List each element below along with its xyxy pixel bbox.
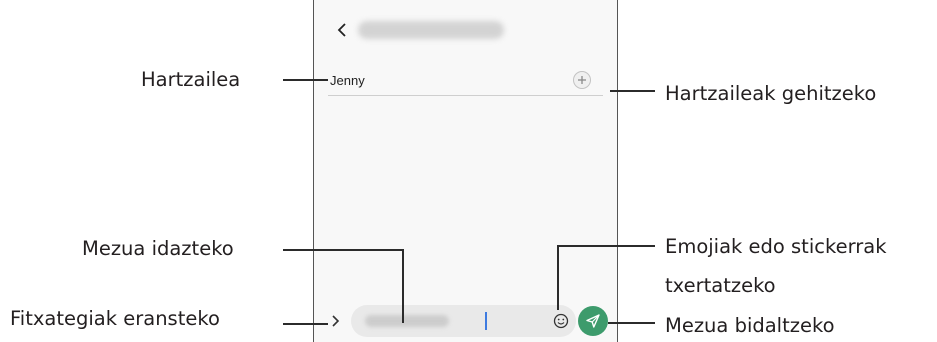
leader-send-message bbox=[608, 322, 655, 324]
leader-emoji-h bbox=[557, 245, 655, 247]
message-placeholder-blurred bbox=[365, 315, 449, 327]
callout-emoji-line1: Emojiak edo stickerrak bbox=[665, 235, 887, 258]
emoji-sticker-button[interactable] bbox=[552, 312, 570, 330]
text-cursor bbox=[485, 312, 487, 330]
phone-screen: Jenny bbox=[313, 0, 618, 342]
message-input[interactable] bbox=[351, 305, 576, 337]
callout-recipient: Hartzailea bbox=[141, 68, 241, 91]
back-button[interactable] bbox=[330, 18, 354, 42]
add-recipient-button[interactable] bbox=[573, 71, 591, 89]
callout-emoji-line2: txertatzeko bbox=[665, 274, 776, 297]
leader-add-recipients bbox=[610, 90, 655, 92]
chevron-left-icon bbox=[337, 23, 346, 37]
leader-enter-message-h bbox=[283, 249, 404, 251]
smiley-icon bbox=[553, 313, 569, 329]
leader-recipient bbox=[283, 79, 328, 81]
callout-attach-files: Fitxategiak eransteko bbox=[10, 307, 220, 330]
recipient-field[interactable]: Jenny bbox=[328, 70, 603, 96]
chevron-right-icon bbox=[331, 315, 339, 327]
page-title-blurred bbox=[358, 21, 504, 39]
recipient-name: Jenny bbox=[330, 73, 365, 88]
attach-files-button[interactable] bbox=[328, 312, 342, 330]
paper-plane-icon bbox=[586, 314, 600, 328]
callout-add-recipients: Hartzaileak gehitzeko bbox=[665, 82, 877, 105]
callout-send-message: Mezua bidaltzeko bbox=[665, 314, 835, 337]
plus-icon bbox=[578, 76, 586, 84]
leader-emoji-v bbox=[557, 245, 559, 310]
leader-enter-message-v bbox=[402, 249, 404, 323]
leader-attach-files bbox=[283, 323, 328, 325]
callout-enter-message: Mezua idazteko bbox=[82, 237, 234, 260]
send-button[interactable] bbox=[578, 306, 608, 336]
